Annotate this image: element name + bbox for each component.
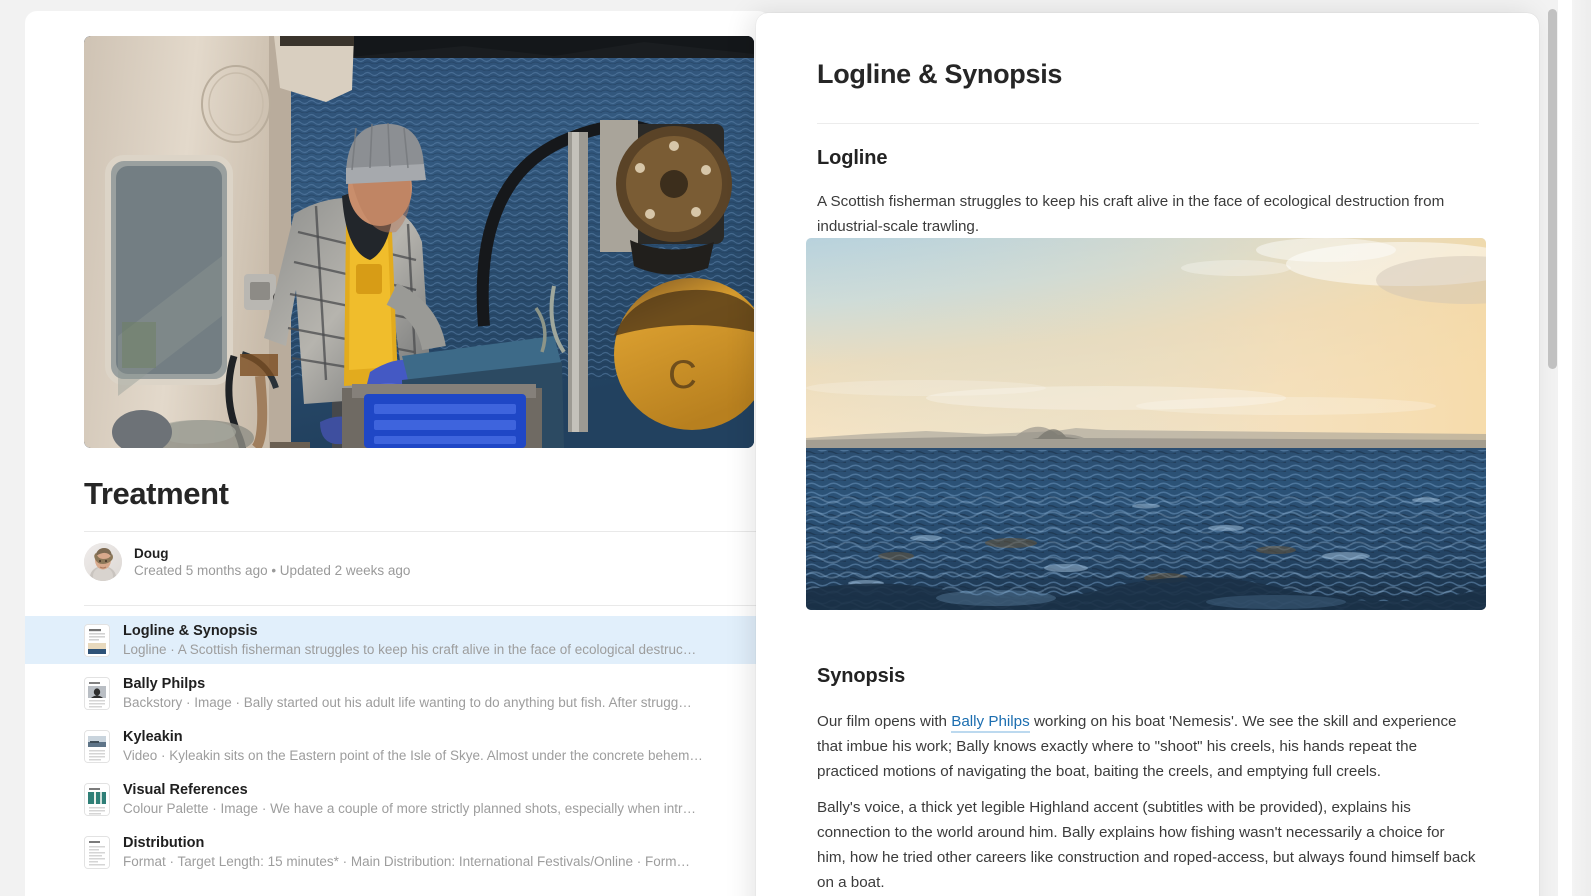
divider-below-author bbox=[84, 605, 770, 606]
document-with-portrait-thumb-icon bbox=[84, 676, 110, 710]
list-item-text: Visual References Colour Palette · Image… bbox=[123, 780, 696, 819]
list-item[interactable]: Logline & Synopsis Logline · A Scottish … bbox=[25, 616, 770, 664]
page-right-gutter bbox=[1572, 0, 1591, 896]
author-name: Doug bbox=[134, 545, 169, 561]
list-item-title: Distribution bbox=[123, 834, 205, 851]
author-meta: Doug Created 5 months ago • Updated 2 we… bbox=[134, 545, 410, 580]
page-title: Treatment bbox=[84, 476, 229, 511]
list-item-subtitle: Colour Palette · Image · We have a coupl… bbox=[123, 800, 697, 816]
author-row[interactable]: Doug Created 5 months ago • Updated 2 we… bbox=[84, 543, 410, 581]
document-with-image-thumb-icon bbox=[84, 623, 110, 657]
list-item[interactable]: Visual References Colour Palette · Image… bbox=[25, 775, 770, 823]
document-list: Logline & Synopsis Logline · A Scottish … bbox=[25, 616, 770, 881]
list-item[interactable]: Distribution Format · Target Length: 15 … bbox=[25, 828, 770, 876]
synopsis-text-before: Our film opens with bbox=[817, 713, 952, 730]
synopsis-paragraph-2: Bally's voice, a thick yet legible Highl… bbox=[817, 799, 1476, 891]
list-item-title: Logline & Synopsis bbox=[123, 622, 258, 639]
list-item-title: Kyleakin bbox=[123, 728, 183, 745]
app-root: C Treatment Doug Created 5 months ago • … bbox=[0, 0, 1591, 896]
author-dates: Created 5 months ago • Updated 2 weeks a… bbox=[134, 563, 411, 578]
list-item-subtitle: Backstory · Image · Bally started out hi… bbox=[123, 694, 692, 710]
list-item-title: Bally Philps bbox=[123, 675, 206, 692]
list-item-title: Visual References bbox=[123, 781, 248, 798]
divider-above-author bbox=[84, 531, 770, 532]
document-with-palette-thumb-icon bbox=[84, 782, 110, 816]
svg-text:C: C bbox=[668, 353, 697, 397]
list-item-subtitle: Format · Target Length: 15 minutes* · Ma… bbox=[123, 853, 690, 869]
list-item[interactable]: Bally Philps Backstory · Image · Bally s… bbox=[25, 669, 770, 717]
sunset-sea-photo[interactable] bbox=[806, 238, 1486, 610]
logline-heading: Logline bbox=[817, 147, 888, 169]
bally-philps-link[interactable]: Bally Philps bbox=[951, 713, 1030, 733]
list-item-text: Distribution Format · Target Length: 15 … bbox=[123, 833, 690, 872]
treatment-panel: C Treatment Doug Created 5 months ago • … bbox=[25, 11, 770, 896]
list-item-text: Bally Philps Backstory · Image · Bally s… bbox=[123, 674, 692, 713]
detail-title: Logline & Synopsis bbox=[817, 59, 1063, 89]
detail-title-divider bbox=[817, 123, 1479, 124]
synopsis-paragraph-1: Our film opens with Bally Philps working… bbox=[817, 709, 1477, 784]
list-item[interactable]: Kyleakin Video · Kyleakin sits on the Ea… bbox=[25, 722, 770, 770]
list-item-subtitle: Video · Kyleakin sits on the Eastern poi… bbox=[123, 747, 703, 763]
hero-fisherman-photo[interactable]: C bbox=[84, 36, 754, 448]
logline-paragraph: A Scottish fisherman struggles to keep h… bbox=[817, 193, 1445, 235]
avatar bbox=[84, 543, 122, 581]
detail-modal: Logline & Synopsis Logline A Scottish fi… bbox=[756, 13, 1539, 896]
list-item-subtitle: Logline · A Scottish fisherman struggles… bbox=[123, 641, 697, 657]
synopsis-heading: Synopsis bbox=[817, 665, 906, 687]
document-text-thumb-icon bbox=[84, 835, 110, 869]
scrollbar-thumb[interactable] bbox=[1548, 9, 1557, 369]
list-item-text: Kyleakin Video · Kyleakin sits on the Ea… bbox=[123, 727, 703, 766]
list-item-text: Logline & Synopsis Logline · A Scottish … bbox=[123, 621, 696, 660]
document-with-video-thumb-icon bbox=[84, 729, 110, 763]
scrollbar-track[interactable] bbox=[1558, 0, 1572, 896]
